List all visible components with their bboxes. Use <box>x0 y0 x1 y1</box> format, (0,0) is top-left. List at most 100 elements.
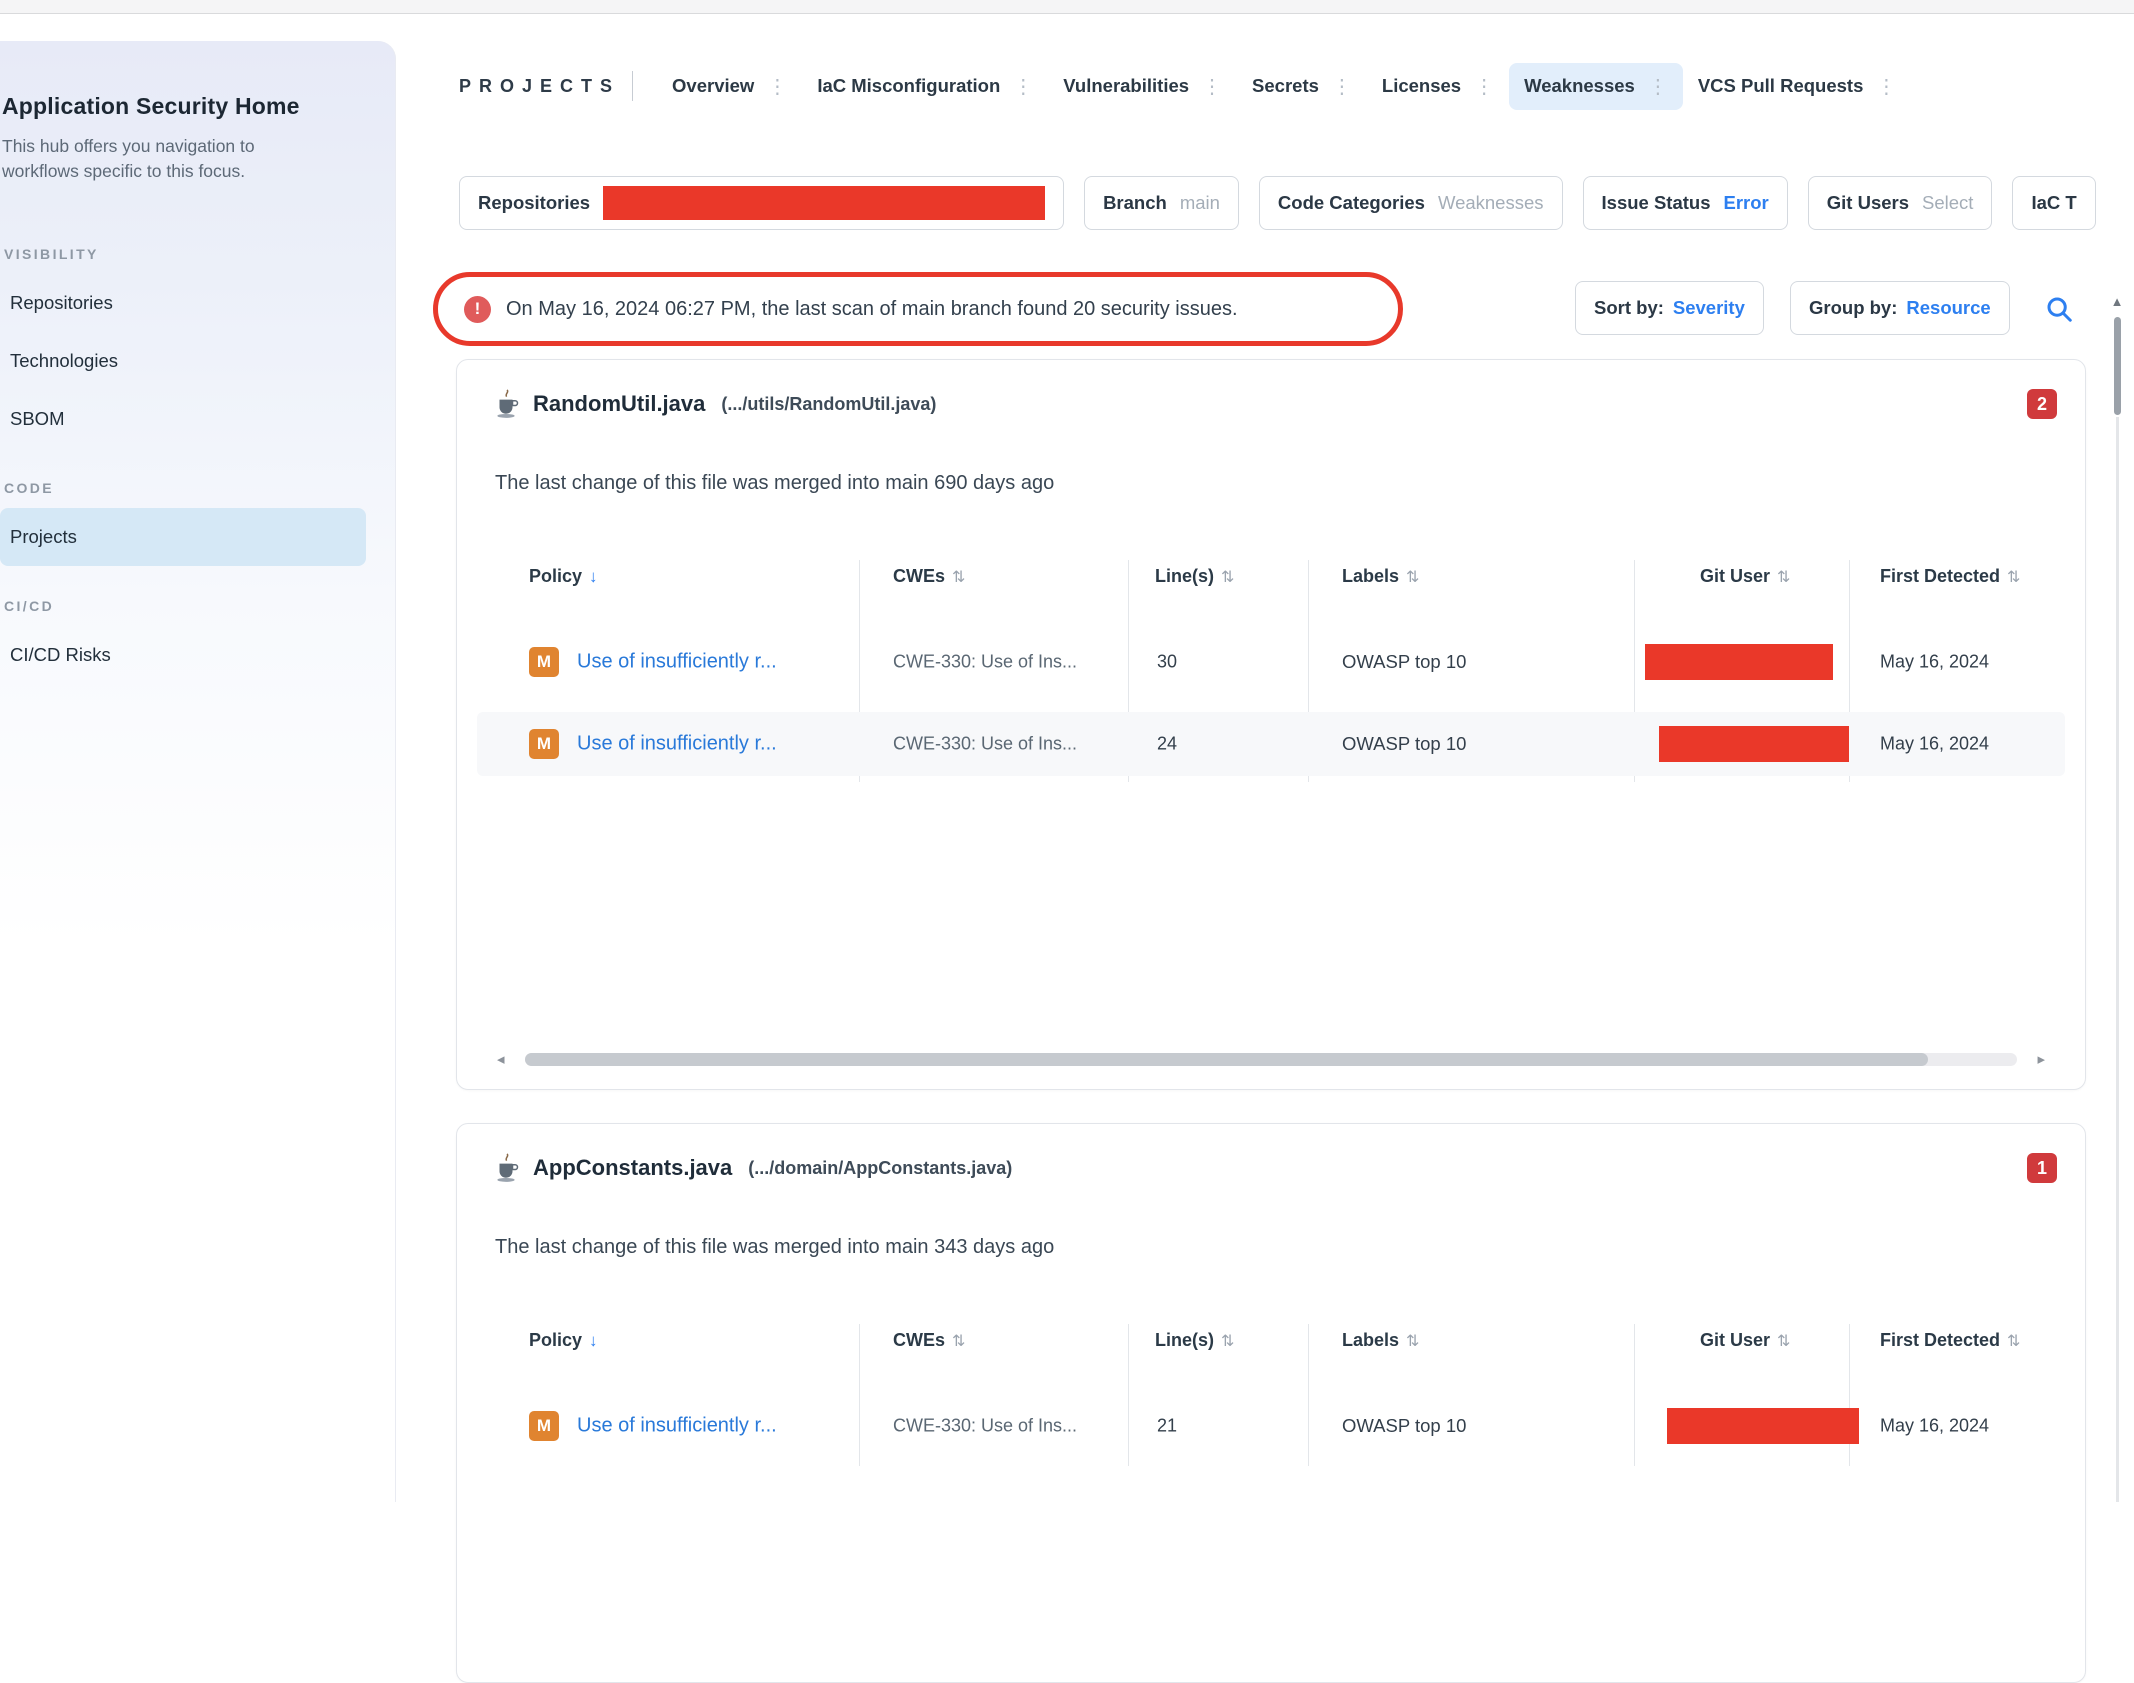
filter-git-users[interactable]: Git Users Select <box>1808 176 1993 230</box>
filter-code-categories[interactable]: Code Categories Weaknesses <box>1259 176 1563 230</box>
scrollbar-thumb[interactable] <box>525 1053 1928 1066</box>
column-header-lines[interactable]: Line(s)⇅ <box>1155 566 1234 587</box>
tab-overview[interactable]: Overview⋮ <box>657 63 802 110</box>
sort-by-label: Sort by: <box>1594 297 1664 319</box>
tab-label: IaC Misconfiguration <box>817 75 1000 97</box>
column-header-first-detected[interactable]: First Detected⇅ <box>1880 1330 2020 1351</box>
scroll-right-icon[interactable]: ▸ <box>2037 1052 2045 1067</box>
policy-link[interactable]: Use of insufficiently r... <box>577 651 777 674</box>
page-tabs-bar: PROJECTS Overview⋮ IaC Misconfiguration⋮… <box>459 60 1911 112</box>
column-header-policy[interactable]: Policy↓ <box>529 1330 598 1351</box>
divider <box>632 71 633 101</box>
sidebar-item-label: CI/CD Risks <box>10 644 111 666</box>
tab-iac-misconfiguration[interactable]: IaC Misconfiguration ⋮ <box>802 63 1048 110</box>
sidebar-item-sbom[interactable]: SBOM <box>0 390 366 448</box>
severity-badge: M <box>529 1411 559 1441</box>
tab-menu-dots-icon[interactable]: ⋮ <box>1013 74 1033 99</box>
policy-link[interactable]: Use of insufficiently r... <box>577 733 777 756</box>
git-user-redacted <box>1667 1408 1859 1444</box>
file-path: (.../utils/RandomUtil.java) <box>721 394 936 415</box>
scrollbar-thumb[interactable] <box>2114 317 2121 415</box>
tab-menu-dots-icon[interactable]: ⋮ <box>1202 74 1222 99</box>
tab-menu-dots-icon[interactable]: ⋮ <box>767 74 787 99</box>
column-header-git-user[interactable]: Git User⇅ <box>1700 566 1790 587</box>
group-by-value: Resource <box>1906 297 1990 319</box>
cwe-cell: CWE-330: Use of Ins... <box>893 1416 1077 1437</box>
scan-alert-annotation: ! On May 16, 2024 06:27 PM, the last sca… <box>433 272 1403 346</box>
tab-menu-dots-icon[interactable]: ⋮ <box>1876 74 1896 99</box>
sidebar-item-technologies[interactable]: Technologies <box>0 332 366 390</box>
filter-branch[interactable]: Branch main <box>1084 176 1239 230</box>
sort-icon: ⇅ <box>1777 567 1790 587</box>
tab-menu-dots-icon[interactable]: ⋮ <box>1332 74 1352 99</box>
scroll-left-icon[interactable]: ◂ <box>497 1052 505 1067</box>
scrollbar-track[interactable] <box>2116 417 2119 1502</box>
sidebar-item-label: Technologies <box>10 350 118 372</box>
file-card-appconstants: AppConstants.java (.../domain/AppConstan… <box>456 1123 2086 1683</box>
file-card-header: RandomUtil.java (.../utils/RandomUtil.ja… <box>493 384 2057 424</box>
tab-label: Weaknesses <box>1524 75 1635 97</box>
sort-icon: ⇅ <box>1777 1331 1790 1351</box>
column-header-git-user[interactable]: Git User⇅ <box>1700 1330 1790 1351</box>
tab-licenses[interactable]: Licenses ⋮ <box>1367 63 1509 110</box>
issue-count-badge: 1 <box>2027 1153 2057 1183</box>
table-row: M Use of insufficiently r... CWE-330: Us… <box>477 630 2065 694</box>
scroll-up-icon[interactable]: ▲ <box>2111 294 2124 309</box>
sidebar-item-projects[interactable]: Projects <box>0 508 366 566</box>
redacted-value <box>603 186 1045 220</box>
file-card-header: AppConstants.java (.../domain/AppConstan… <box>493 1148 2057 1188</box>
tab-secrets[interactable]: Secrets ⋮ <box>1237 63 1367 110</box>
tab-menu-dots-icon[interactable]: ⋮ <box>1474 74 1494 99</box>
tab-vulnerabilities[interactable]: Vulnerabilities⋮ <box>1048 63 1237 110</box>
tab-label: Secrets <box>1252 75 1319 97</box>
filter-repositories[interactable]: Repositories <box>459 176 1064 230</box>
java-icon <box>493 1152 519 1184</box>
line-cell: 21 <box>1157 1416 1177 1437</box>
file-card-randomutil: RandomUtil.java (.../utils/RandomUtil.ja… <box>456 359 2086 1090</box>
sidebar-item-cicd-risks[interactable]: CI/CD Risks <box>0 626 366 684</box>
scrollbar-track[interactable] <box>525 1053 2018 1066</box>
sidebar-item-repositories[interactable]: Repositories <box>0 274 366 332</box>
sidebar-section-code: CODE <box>4 480 396 496</box>
sidebar-nav: VISIBILITY Repositories Technologies SBO… <box>0 246 396 684</box>
java-icon <box>493 388 519 420</box>
tab-label: Licenses <box>1382 75 1461 97</box>
column-header-cwes[interactable]: CWEs⇅ <box>893 1330 965 1351</box>
severity-badge: M <box>529 647 559 677</box>
column-header-policy[interactable]: Policy↓ <box>529 566 598 587</box>
cwe-cell: CWE-330: Use of Ins... <box>893 652 1077 673</box>
sort-by-control[interactable]: Sort by: Severity <box>1575 281 1764 335</box>
table-row: M Use of insufficiently r... CWE-330: Us… <box>477 1394 2065 1458</box>
sorted-desc-icon: ↓ <box>589 567 598 587</box>
group-by-label: Group by: <box>1809 297 1897 319</box>
filter-issue-status[interactable]: Issue Status Error <box>1583 176 1788 230</box>
filter-iac-type[interactable]: IaC T <box>2012 176 2095 230</box>
labels-cell: OWASP top 10 <box>1342 733 1466 755</box>
first-detected-cell: May 16, 2024 <box>1880 1416 1989 1437</box>
column-header-lines[interactable]: Line(s)⇅ <box>1155 1330 1234 1351</box>
sort-icon: ⇅ <box>952 1331 965 1351</box>
first-detected-cell: May 16, 2024 <box>1880 652 1989 673</box>
search-button[interactable] <box>2038 288 2080 330</box>
column-header-labels[interactable]: Labels⇅ <box>1342 566 1419 587</box>
group-by-control[interactable]: Group by: Resource <box>1790 281 2010 335</box>
filter-label: Code Categories <box>1278 192 1425 214</box>
cwe-cell: CWE-330: Use of Ins... <box>893 734 1077 755</box>
horizontal-scrollbar: ◂ ▸ <box>497 1051 2045 1067</box>
git-user-redacted <box>1645 644 1833 680</box>
sidebar-title: Application Security Home <box>2 93 372 120</box>
tab-vcs-pull-requests[interactable]: VCS Pull Requests⋮ <box>1683 63 1912 110</box>
sort-icon: ⇅ <box>2007 1331 2020 1351</box>
column-header-first-detected[interactable]: First Detected⇅ <box>1880 566 2020 587</box>
severity-badge: M <box>529 729 559 759</box>
filter-label: IaC T <box>2031 192 2076 214</box>
sort-icon: ⇅ <box>1406 1331 1419 1351</box>
column-header-cwes[interactable]: CWEs⇅ <box>893 566 965 587</box>
policy-link[interactable]: Use of insufficiently r... <box>577 1415 777 1438</box>
tab-menu-dots-icon[interactable]: ⋮ <box>1648 74 1668 99</box>
sort-by-value: Severity <box>1673 297 1745 319</box>
sort-icon: ⇅ <box>952 567 965 587</box>
column-header-labels[interactable]: Labels⇅ <box>1342 1330 1419 1351</box>
line-cell: 24 <box>1157 734 1177 755</box>
tab-weaknesses[interactable]: Weaknesses ⋮ <box>1509 63 1683 110</box>
